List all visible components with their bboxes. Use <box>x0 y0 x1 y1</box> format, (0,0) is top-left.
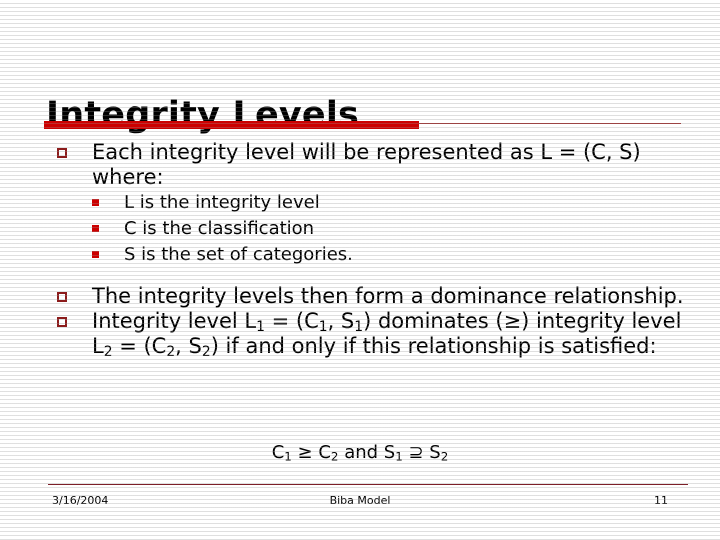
slide-canvas: Integrity Levels Each integrity level wi… <box>0 0 720 540</box>
title-accent-line <box>419 123 681 124</box>
footer-divider <box>48 484 688 485</box>
sub-bullet-item: L is the integrity level <box>0 190 720 216</box>
page-title: Integrity Levels <box>46 95 360 136</box>
hollow-square-bullet-icon <box>57 148 67 158</box>
sub-bullet-text: C is the classification <box>124 218 315 239</box>
filled-square-bullet-icon <box>92 199 99 206</box>
sub-bullet-text: L is the integrity level <box>124 192 320 213</box>
bullet-text: The integrity levels then form a dominan… <box>92 284 684 308</box>
bullet-item: The integrity levels then form a dominan… <box>0 284 720 309</box>
formula-text: C1 ≥ C2 and S1 ⊇ S2 <box>271 442 449 464</box>
formula-line: C1 ≥ C2 and S1 ⊇ S2 <box>0 442 720 464</box>
sub-bullet-list: L is the integrity level C is the classi… <box>0 190 720 268</box>
footer-subject: Biba Model <box>329 494 391 507</box>
hollow-square-bullet-icon <box>57 317 67 327</box>
hollow-square-bullet-icon <box>57 292 67 302</box>
title-accent-bar <box>44 121 419 129</box>
slide-body: Each integrity level will be represented… <box>0 140 720 359</box>
footer-page-number: 11 <box>654 494 668 507</box>
filled-square-bullet-icon <box>92 225 99 232</box>
slide-footer: 3/16/2004 Biba Model 11 <box>0 492 720 510</box>
bullet-text: Each integrity level will be represented… <box>92 140 641 189</box>
sub-bullet-text: S is the set of categories. <box>124 244 353 265</box>
sub-bullet-item: S is the set of categories. <box>0 242 720 268</box>
bullet-item: Each integrity level will be represented… <box>0 140 720 190</box>
sub-bullet-item: C is the classification <box>0 216 720 242</box>
filled-square-bullet-icon <box>92 251 99 258</box>
bullet-item: Integrity level L1 = (C1, S1) dominates … <box>0 309 720 359</box>
bullet-text: Integrity level L1 = (C1, S1) dominates … <box>92 309 682 361</box>
